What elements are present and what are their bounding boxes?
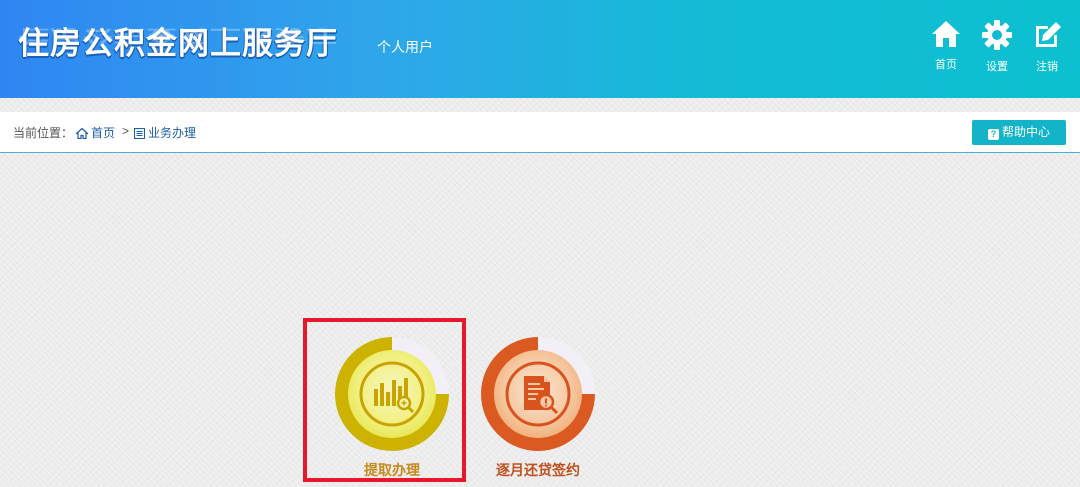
help-center-button[interactable]: ? 帮助中心 — [972, 120, 1066, 145]
withdrawal-tile[interactable]: 提取办理 — [317, 330, 467, 487]
monthly-repayment-tile-label: 逐月还贷签约 — [496, 463, 580, 479]
user-type-label: 个人用户 — [377, 40, 433, 56]
question-icon: ? — [987, 129, 999, 140]
breadcrumb-business-link[interactable]: 业务办理 — [133, 124, 197, 141]
edit-icon — [1036, 22, 1061, 47]
home-icon — [74, 127, 90, 140]
header-home-label: 首页 — [935, 59, 957, 71]
gear-icon — [982, 20, 1012, 50]
breadcrumb-home-label: 首页 — [91, 126, 116, 140]
help-center-label: 帮助中心 — [1001, 125, 1050, 139]
header-home-button[interactable]: 首页 — [926, 20, 966, 80]
header-bar: 住房公积金网上服务厅 住房公积金网上服务厅 个人用户 首页 设置 注销 — [0, 0, 1080, 98]
list-icon — [133, 127, 146, 140]
breadcrumb-home-link[interactable]: 首页 — [74, 124, 116, 141]
breadcrumb: 当前位置： 首页 > 业务办理 ? 帮助中心 — [0, 112, 1080, 153]
monthly-repayment-tile[interactable]: 逐月还贷签约 — [463, 330, 613, 487]
site-title-reflection: 住房公积金网上服务厅 — [18, 26, 338, 46]
breadcrumb-business-label: 业务办理 — [148, 126, 197, 140]
header-settings-label: 设置 — [986, 61, 1008, 73]
header-settings-button[interactable]: 设置 — [977, 20, 1017, 80]
header-logout-button[interactable]: 注销 — [1027, 20, 1067, 80]
withdrawal-tile-label: 提取办理 — [364, 463, 420, 479]
breadcrumb-separator: > — [122, 124, 130, 138]
header-logout-label: 注销 — [1036, 61, 1058, 73]
document-search-icon — [481, 337, 595, 451]
bar-chart-search-icon — [335, 337, 449, 451]
breadcrumb-prefix: 当前位置： — [13, 126, 74, 140]
home-icon — [932, 21, 960, 47]
